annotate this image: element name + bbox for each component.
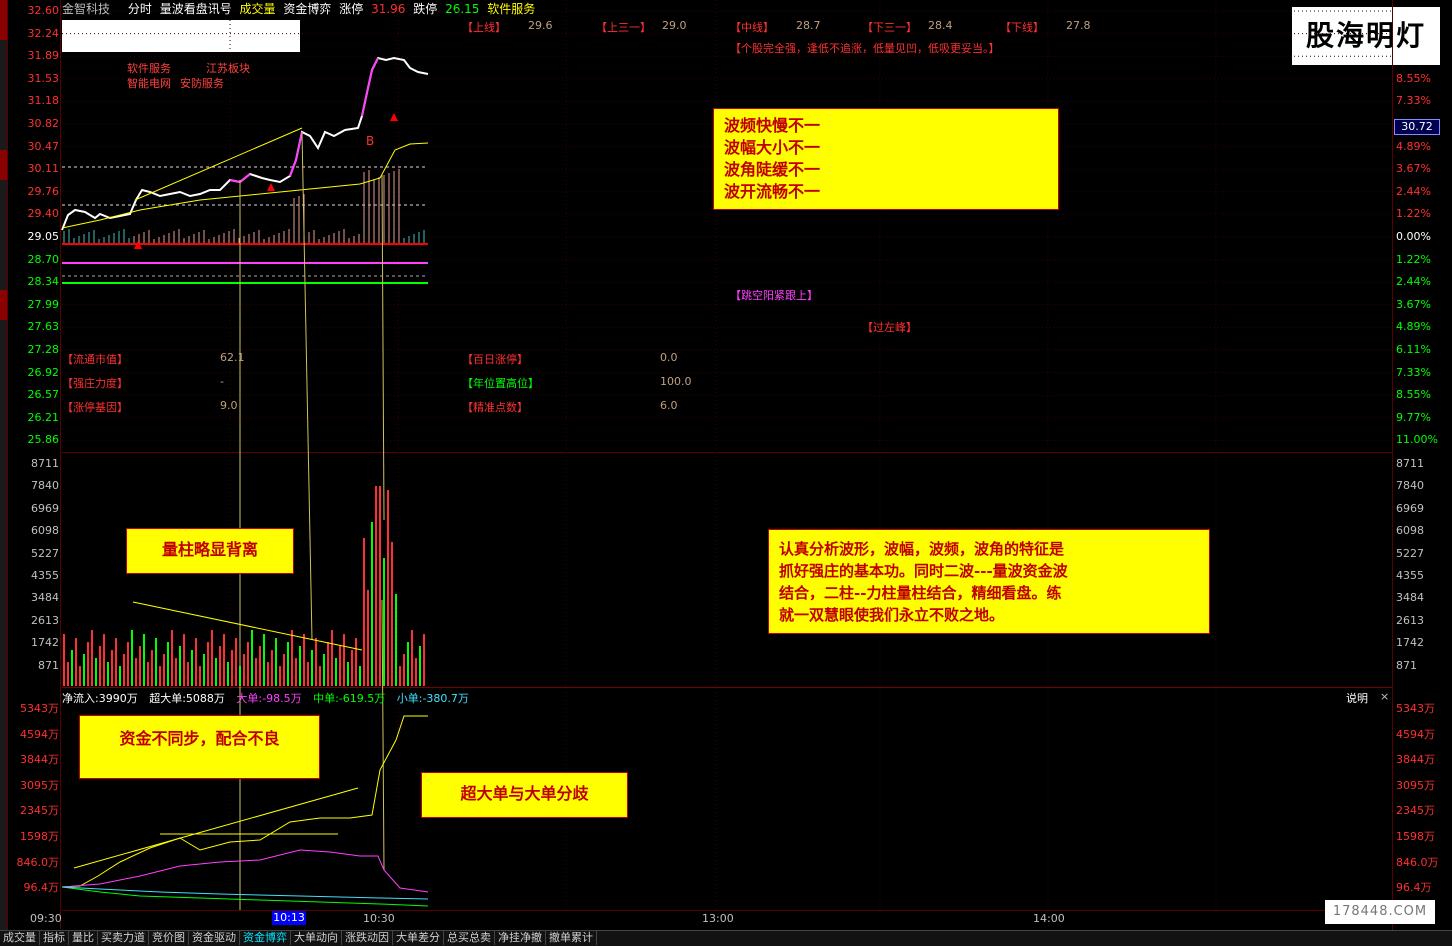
cursor-time-readout: 10:13 [272,911,306,925]
super-large-order: 超大单:5088万 [149,692,225,705]
indicator-tab[interactable]: 资金驱动 [189,931,240,945]
net-inflow: 净流入:3990万 [62,692,138,705]
board-tag-jiangsu: 江苏板块 [206,62,250,75]
explain-button[interactable]: 说明 [1346,690,1368,706]
note-volume-divergence: 量柱略显背离 [126,528,294,574]
indicator-tab[interactable]: 资金博弈 [240,931,291,945]
stat-label: 【百日涨停】 [462,353,528,366]
small-order: 小单:-380.7万 [396,692,469,705]
up-triangle-marker [390,113,398,121]
time-tick-0930: 09:30 [30,912,62,925]
indicator-tab[interactable]: 涨跌动因 [342,931,393,945]
time-tick-1400: 14:00 [1033,912,1065,925]
stat-value: 6.0 [660,399,678,412]
level-value: 28.4 [928,19,953,32]
indicator-tab[interactable]: 大单动向 [291,931,342,945]
board-tag-software: 软件服务 [127,62,171,75]
level-value: 29.0 [662,19,687,32]
indicator-tab[interactable]: 成交量 [0,931,40,945]
small-fund-line [61,886,429,900]
large-order: 大单:-98.5万 [236,692,302,705]
level-value: 29.6 [528,19,553,32]
level-value: 27.8 [1066,19,1091,32]
note-fund-async: 资金不同步，配合不良 [79,715,320,779]
stat-value: 62.1 [220,351,245,364]
indicator-tab[interactable]: 量比 [69,931,98,945]
time-tick-1300: 13:00 [702,912,734,925]
medium-order: 中单:-619.5万 [313,692,386,705]
stat-label: 【强庄力度】 [62,377,128,390]
indicator-tab[interactable]: 撤单累计 [546,931,597,945]
indicator-tab[interactable]: 竞价图 [149,931,189,945]
indicator-tab[interactable]: 大单差分 [393,931,444,945]
board-tag-security: 安防服务 [180,77,224,90]
price-line-highlight [361,57,379,117]
note-line: 就一双慧眼使我们永立不败之地。 [779,606,1005,624]
stat-label: 【流通市值】 [62,353,128,366]
stat-value: 0.0 [660,351,678,364]
stat-value: 100.0 [660,375,692,388]
note-wave-features: 波频快慢不一 波幅大小不一 波角陡缓不一 波开流畅不一 [713,108,1059,210]
stat-label: 【年位置高位】 [462,377,539,390]
time-tick-1030: 10:30 [363,912,395,925]
tag-gap-follow: 【跳空阳紧跟上】 [730,289,818,302]
board-tag-smartgrid: 智能电网 [127,77,171,90]
level-label: 【上三一】 [596,21,651,34]
buy-marker-label: B [366,134,375,148]
price-line-highlight [289,131,303,177]
note-line: 波频快慢不一 [724,116,821,135]
close-icon[interactable]: × [1380,690,1389,703]
level-label: 【中线】 [730,21,774,34]
indicator-tab[interactable]: 指标 [40,931,69,945]
stat-value: 9.0 [220,399,238,412]
note-analysis: 认真分析波形，波幅，波频，波角的特征是 抓好强庄的基本功。同时二波---量波资金… [768,529,1210,634]
fund-flow-header: 净流入:3990万 超大单:5088万 大单:-98.5万 中单:-619.5万… [62,690,469,706]
indicator-tab[interactable]: 净挂净撤 [495,931,546,945]
stat-value: - [220,375,224,388]
note-line: 抓好强庄的基本功。同时二波---量波资金波 [779,562,1068,580]
fund-trend-line [73,787,359,869]
stat-label: 【精准点数】 [462,401,528,414]
note-line: 波幅大小不一 [724,138,821,157]
level-label: 【下三一】 [862,21,917,34]
level-label: 【上线】 [462,21,506,34]
note-line: 波角陡缓不一 [724,160,821,179]
average-price-line [61,142,429,229]
note-line: 波开流畅不一 [724,182,821,201]
connector-line [301,131,313,641]
up-triangle-marker [267,183,275,191]
tag-left-peak: 【过左峰】 [862,321,917,334]
level-label: 【下线】 [1000,21,1044,34]
site-watermark: 178448.COM [1325,900,1435,924]
stat-label: 【涨停基因】 [62,401,128,414]
indicator-tab[interactable]: 总买总卖 [444,931,495,945]
note-super-large-divergence: 超大单与大单分歧 [421,772,628,818]
level-value: 28.7 [796,19,821,32]
signal-text: 【个股完全强，逢低不追涨，低量见凹，低吸更妥当。】 [730,42,1000,55]
indicator-tab[interactable]: 买卖力道 [98,931,149,945]
note-line: 结合，二柱--力柱量柱结合，精细看盘。练 [779,584,1062,602]
note-line: 认真分析波形，波幅，波频，波角的特征是 [779,540,1065,558]
indicator-tab-bar: 成交量 指标 量比 买卖力道 竞价图 资金驱动 资金博弈 大单动向 涨跌动因 大单差分 总买总卖 净挂… [0,930,1452,946]
